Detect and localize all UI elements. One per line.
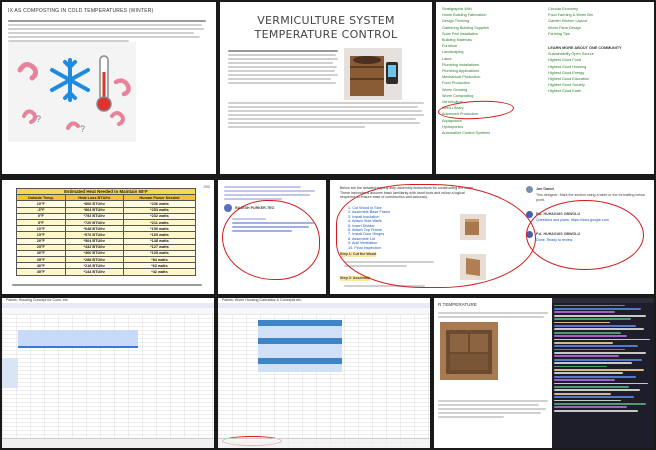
tile-comment-link: RAJESH PURKER-TEO xyxy=(218,180,326,294)
svg-text:?: ? xyxy=(36,114,41,124)
snowflake-thermometer-icon: ? ? xyxy=(17,55,131,134)
tile-assembly-doc: Below are the detailed step-by-step asse… xyxy=(330,180,654,294)
highlight-circle xyxy=(336,184,536,288)
tile2-heading: VERMICULTURE SYSTEM TEMPERATURE CONTROL xyxy=(254,14,398,41)
nav-link[interactable]: Highest Good Earth xyxy=(548,88,648,94)
tile-heat-table: 292 Estimated Heat Needed to Maintain 55… xyxy=(2,180,214,294)
table-row: 45°F *144 BTU/hr *42 watts xyxy=(16,268,197,276)
tile-wiki-navigation: Stratigraphic Wiki Home Building Fabricat… xyxy=(436,2,654,174)
vermicompost-photo xyxy=(344,48,402,100)
avatar xyxy=(526,211,533,218)
highlight-circle xyxy=(526,200,644,270)
table-cell: *144 BTU/hr xyxy=(64,268,124,276)
tile-spreadsheet-calculator: Pallets: Worm Housing Calculator & Conce… xyxy=(218,298,430,448)
tile-article-code: R TEMPERATURE xyxy=(434,298,654,448)
tile9-title: R TEMPERATURE xyxy=(438,302,477,307)
tile-temperature-control: VERMICULTURE SYSTEM TEMPERATURE CONTROL xyxy=(220,2,432,174)
side-number: 292 xyxy=(203,184,210,189)
heat-table: Estimated Heat Needed to Maintain 55°F O… xyxy=(16,187,197,276)
worm-bin-render xyxy=(440,322,498,380)
tile-spreadsheet-housing: Pallets: Housing Concept for Cons. etc. xyxy=(2,298,214,448)
cold-illustration: ? ? xyxy=(8,42,136,142)
nav-link[interactable]: Automation Control Systems xyxy=(442,130,538,136)
svg-text:?: ? xyxy=(80,124,85,134)
highlighted-range xyxy=(258,320,342,372)
link-list-right: Circular Economy Food Farming & Worm Bin G… xyxy=(548,6,648,95)
highlight-circle xyxy=(222,200,320,280)
tile1-title: IX AS COMPOSTING IN COLD TEMPERATURES (W… xyxy=(8,8,154,14)
avatar xyxy=(526,186,533,193)
nav-link[interactable]: Farming Tips xyxy=(548,31,648,37)
table-cell: *42 watts xyxy=(122,268,197,276)
avatar xyxy=(224,204,232,212)
code-editor-panel xyxy=(552,298,654,448)
table-cell: 45°F xyxy=(16,268,66,276)
highlighted-range xyxy=(18,330,138,346)
comment-author: Jan Gatsel xyxy=(536,187,555,191)
tile-cold-composting: IX AS COMPOSTING IN COLD TEMPERATURES (W… xyxy=(2,2,216,174)
